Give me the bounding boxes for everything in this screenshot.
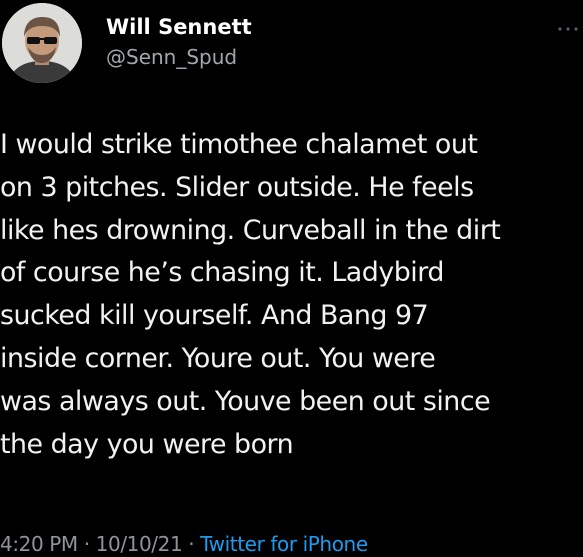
tweet-text-line: of course he’s chasing it. Ladybird xyxy=(0,257,444,289)
tweet-text-line: was always out. Youve been out since xyxy=(0,385,491,417)
tweet-card: Will Sennett @Senn_Spud I would strike t… xyxy=(0,0,583,557)
tweet-text-line: on 3 pitches. Slider outside. He feels xyxy=(0,171,474,203)
author-display-name[interactable]: Will Sennett xyxy=(106,14,252,40)
tweet-text-line: like hes drowning. Curveball in the dirt xyxy=(0,214,501,246)
tweet-meta: 4:20 PM · 10/10/21 · Twitter for iPhone xyxy=(0,531,368,557)
author-avatar[interactable] xyxy=(2,3,82,83)
tweet-text-line: I would strike timothee chalamet out xyxy=(0,129,478,160)
tweet-text: I would strike timothee chalamet out on … xyxy=(0,124,583,466)
tweet-text-line: sucked kill yourself. And Bang 97 xyxy=(0,300,429,332)
more-options-button[interactable] xyxy=(556,22,580,36)
author-handle[interactable]: @Senn_Spud xyxy=(106,44,237,70)
meta-separator: · xyxy=(182,532,201,556)
meta-separator: · xyxy=(77,532,96,556)
tweet-text-line: the day you were born xyxy=(0,428,294,460)
ellipsis-icon xyxy=(558,27,578,31)
profile-photo-icon xyxy=(2,3,82,83)
tweet-text-line: inside corner. Youre out. You were xyxy=(0,342,436,374)
tweet-date[interactable]: 10/10/21 xyxy=(96,532,183,556)
tweet-source-link[interactable]: Twitter for iPhone xyxy=(200,532,368,556)
tweet-time[interactable]: 4:20 PM xyxy=(0,532,78,556)
